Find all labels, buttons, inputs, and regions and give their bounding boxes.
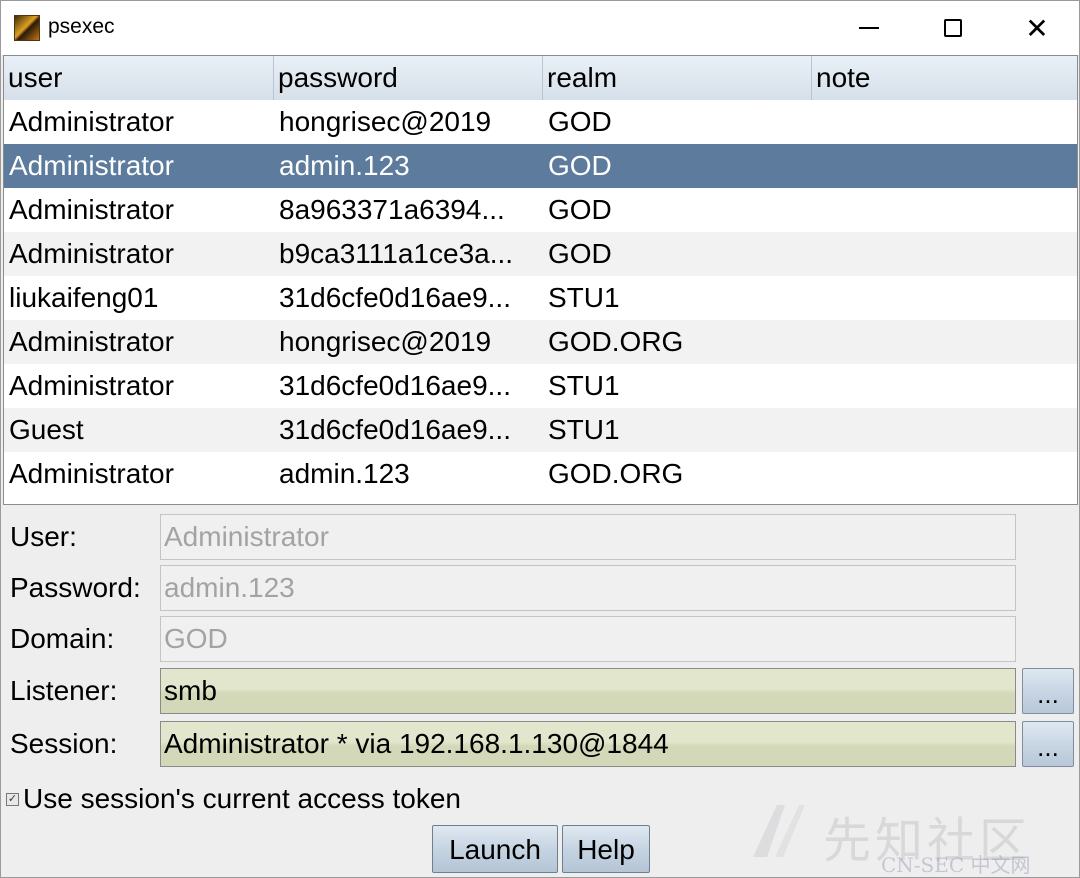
column-header-user[interactable]: user	[4, 56, 274, 100]
cell-note	[812, 276, 1077, 320]
maximize-icon	[944, 19, 962, 37]
session-label: Session:	[10, 728, 118, 759]
window-title: psexec	[48, 15, 115, 38]
table-row[interactable]: Administrator b9ca3111a1ce3a... GOD	[4, 232, 1077, 276]
cell-user: Guest	[9, 414, 84, 445]
cell-password: 31d6cfe0d16ae9...	[279, 370, 511, 401]
session-field[interactable]: Administrator * via 192.168.1.130@1844	[160, 721, 1016, 767]
cell-password: admin.123	[279, 458, 410, 489]
column-header-password[interactable]: password	[274, 56, 543, 100]
cell-password: admin.123	[279, 150, 410, 181]
cell-realm: GOD.ORG	[548, 326, 684, 357]
cell-realm: GOD	[548, 106, 612, 137]
table-row[interactable]: liukaifeng01 31d6cfe0d16ae9... STU1	[4, 276, 1077, 320]
minimize-icon	[859, 27, 879, 29]
cell-password: 31d6cfe0d16ae9...	[279, 414, 511, 445]
listener-label: Listener:	[10, 675, 118, 706]
table-row[interactable]: Administrator admin.123 GOD	[4, 144, 1077, 188]
password-field[interactable]: admin.123	[160, 565, 1016, 611]
password-label: Password:	[10, 572, 141, 603]
cell-user: Administrator	[9, 370, 174, 401]
cell-note	[812, 452, 1077, 496]
cell-note	[812, 100, 1077, 144]
check-icon: ✓	[7, 792, 18, 805]
close-button[interactable]: ✕	[995, 1, 1079, 55]
watermark-text: 先知社区	[823, 813, 1032, 869]
launch-button[interactable]: Launch	[432, 825, 558, 873]
cell-note	[812, 320, 1077, 364]
cell-user: liukaifeng01	[9, 282, 159, 313]
table-row[interactable]: Administrator hongrisec@2019 GOD	[4, 100, 1077, 144]
cell-user: Administrator	[9, 150, 174, 181]
cell-realm: GOD	[548, 238, 612, 269]
table-row[interactable]: Administrator admin.123 GOD.ORG	[4, 452, 1077, 496]
cell-realm: STU1	[548, 414, 620, 445]
cell-password: hongrisec@2019	[279, 326, 492, 357]
token-checkbox[interactable]: ✓	[6, 792, 19, 806]
token-checkbox-label[interactable]: Use session's current access token	[23, 783, 461, 815]
column-header-realm[interactable]: realm	[543, 56, 812, 100]
cell-note	[812, 144, 1077, 188]
cell-note	[812, 232, 1077, 276]
cell-realm: GOD.ORG	[548, 458, 684, 489]
cell-realm: STU1	[548, 282, 620, 313]
session-browse-button[interactable]: ...	[1022, 721, 1074, 767]
credentials-table[interactable]: user password realm note Administrator ho…	[3, 55, 1078, 505]
user-label: User:	[10, 521, 77, 552]
cell-note	[812, 364, 1077, 408]
cell-realm: GOD	[548, 150, 612, 181]
cell-note	[812, 408, 1077, 452]
cell-user: Administrator	[9, 458, 174, 489]
close-icon: ✕	[1025, 11, 1049, 45]
minimize-button[interactable]	[827, 1, 911, 55]
column-header-note[interactable]: note	[812, 56, 1077, 100]
table-row[interactable]: Administrator 8a963371a6394... GOD	[4, 188, 1077, 232]
table-header: user password realm note	[4, 56, 1077, 101]
watermark-subtext: CN-SEC 中文网	[881, 853, 1031, 877]
table-row[interactable]: Administrator 31d6cfe0d16ae9... STU1	[4, 364, 1077, 408]
table-body: Administrator hongrisec@2019 GOD Administra…	[4, 100, 1077, 496]
help-button[interactable]: Help	[562, 825, 650, 873]
cell-note	[812, 188, 1077, 232]
watermark: 先知社区 CN-SEC 中文网	[741, 797, 1071, 877]
user-field[interactable]: Administrator	[160, 514, 1016, 560]
title-bar: psexec ✕	[1, 1, 1079, 55]
table-row[interactable]: Administrator hongrisec@2019 GOD.ORG	[4, 320, 1077, 364]
app-icon	[14, 15, 40, 41]
maximize-button[interactable]	[911, 1, 995, 55]
cell-password: 8a963371a6394...	[279, 194, 505, 225]
cell-password: 31d6cfe0d16ae9...	[279, 282, 511, 313]
psexec-dialog: psexec ✕ user password realm note Admini…	[0, 0, 1080, 878]
listener-field[interactable]: smb	[160, 668, 1016, 714]
cell-user: Administrator	[9, 106, 174, 137]
cell-realm: GOD	[548, 194, 612, 225]
cell-password: b9ca3111a1ce3a...	[279, 238, 514, 269]
table-row[interactable]: Guest 31d6cfe0d16ae9... STU1	[4, 408, 1077, 452]
domain-label: Domain:	[10, 623, 115, 654]
cell-user: Administrator	[9, 194, 174, 225]
cell-password: hongrisec@2019	[279, 106, 492, 137]
domain-field[interactable]: GOD	[160, 616, 1016, 662]
listener-browse-button[interactable]: ...	[1022, 668, 1074, 714]
cell-realm: STU1	[548, 370, 620, 401]
cell-user: Administrator	[9, 326, 174, 357]
cell-user: Administrator	[9, 238, 174, 269]
token-checkbox-row[interactable]: ✓ Use session's current access token	[6, 779, 461, 819]
watermark-logo-icon	[753, 805, 805, 857]
